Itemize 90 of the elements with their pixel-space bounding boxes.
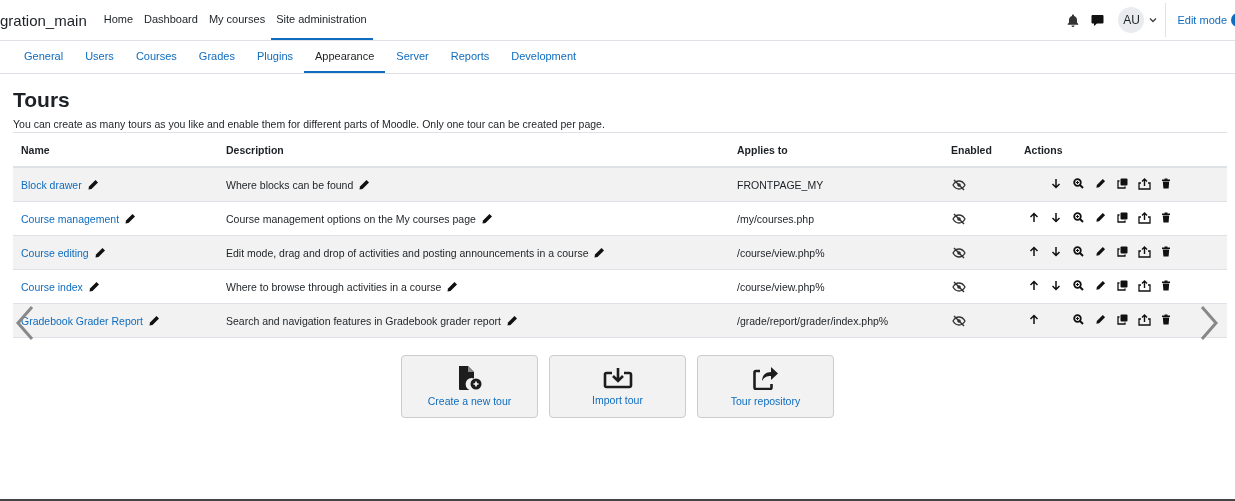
pencil-icon[interactable] — [148, 314, 160, 327]
pencil-icon[interactable] — [1094, 280, 1106, 291]
pencil-icon[interactable] — [480, 212, 493, 225]
pencil-icon[interactable] — [87, 280, 100, 293]
export-icon[interactable] — [1137, 246, 1151, 258]
caret-icon[interactable] — [1149, 17, 1158, 23]
copy-icon[interactable] — [1116, 280, 1128, 291]
trash-icon[interactable] — [1161, 212, 1171, 223]
table-cell: /grade/report/grader/index.php% — [737, 314, 889, 327]
chevron-right-icon[interactable] — [1199, 305, 1219, 341]
pencil-icon[interactable] — [93, 246, 106, 259]
action-button[interactable]: Tour repository — [697, 355, 834, 418]
nav-link[interactable]: My courses — [203, 0, 272, 40]
new-file-icon — [456, 366, 483, 390]
pencil-icon[interactable] — [1094, 246, 1106, 257]
tour-name-link[interactable]: Course management — [21, 212, 120, 225]
action-button[interactable]: Import tour — [549, 355, 686, 418]
export-icon[interactable] — [1137, 280, 1151, 292]
tour-name-link[interactable]: Course editing — [21, 246, 89, 259]
eye-slash-icon[interactable] — [952, 178, 966, 191]
pencil-icon[interactable] — [1094, 314, 1106, 325]
table-cell: Where to browse through activities in a course — [226, 280, 442, 293]
edit-mode-label[interactable]: Edit mode — [1177, 14, 1227, 26]
arrow-down-icon[interactable] — [1051, 177, 1061, 189]
nav-link[interactable]: Site administration — [271, 0, 373, 40]
arrow-down-icon[interactable] — [1051, 280, 1061, 291]
tour-name-link[interactable]: Course index — [21, 280, 83, 293]
intro-text: You can create as many tours as you like and enable them for different parts of Moodle. Only one tour can be created per page. — [13, 118, 606, 130]
search-icon[interactable] — [1072, 314, 1084, 325]
site-name[interactable]: gration_main — [0, 11, 87, 29]
nav-link[interactable]: Dashboard — [139, 0, 204, 40]
search-icon[interactable] — [1072, 280, 1084, 291]
tab[interactable]: Appearance — [304, 41, 386, 73]
pencil-icon[interactable] — [1094, 212, 1106, 223]
trash-icon[interactable] — [1161, 246, 1171, 257]
eye-slash-icon[interactable] — [952, 314, 966, 327]
copy-icon[interactable] — [1116, 246, 1128, 257]
pencil-icon[interactable] — [86, 178, 99, 191]
tab[interactable]: Grades — [187, 41, 246, 73]
pencil-icon[interactable] — [1094, 177, 1106, 189]
pencil-icon[interactable] — [505, 314, 518, 327]
tab[interactable]: Plugins — [245, 41, 304, 73]
share-icon — [751, 366, 780, 390]
copy-icon[interactable] — [1116, 212, 1128, 223]
export-icon[interactable] — [1137, 314, 1151, 326]
search-icon[interactable] — [1072, 177, 1084, 189]
pencil-icon[interactable] — [446, 280, 459, 293]
action-button[interactable]: Create a new tour — [401, 355, 538, 418]
pencil-icon[interactable] — [358, 178, 371, 191]
chat-icon[interactable] — [1091, 13, 1105, 27]
trash-icon[interactable] — [1161, 177, 1171, 189]
table-cell: FRONTPAGE_MY — [737, 178, 824, 191]
table-cell: /my/courses.php — [737, 212, 815, 225]
table-cell: Search and navigation features in Gradebook grader report — [226, 314, 501, 327]
table-cell: /course/view.php% — [737, 246, 825, 259]
arrow-up-icon[interactable] — [1029, 212, 1039, 223]
user-avatar[interactable]: AU — [1118, 7, 1145, 33]
arrow-up-icon[interactable] — [1029, 314, 1039, 325]
tab[interactable]: Reports — [439, 41, 501, 73]
export-icon[interactable] — [1137, 177, 1151, 190]
export-icon[interactable] — [1137, 212, 1151, 224]
eye-slash-icon[interactable] — [952, 280, 966, 293]
table-cell: /course/view.php% — [737, 280, 825, 293]
tab[interactable]: Users — [74, 41, 125, 73]
trash-icon[interactable] — [1161, 314, 1171, 325]
page-title: Tours — [13, 88, 71, 112]
copy-icon[interactable] — [1116, 177, 1128, 189]
trash-icon[interactable] — [1161, 280, 1171, 291]
arrow-down-icon[interactable] — [1051, 212, 1061, 223]
copy-icon[interactable] — [1116, 314, 1128, 325]
tab[interactable]: Courses — [124, 41, 188, 73]
table-cell: Course management options on the My courses page — [226, 212, 476, 225]
search-icon[interactable] — [1072, 246, 1084, 257]
tab[interactable]: Server — [385, 41, 440, 73]
search-icon[interactable] — [1072, 212, 1084, 223]
bell-icon[interactable] — [1067, 13, 1080, 27]
nav-link[interactable]: Home — [98, 0, 140, 40]
eye-slash-icon[interactable] — [952, 246, 966, 259]
pencil-icon[interactable] — [593, 246, 606, 259]
tab[interactable]: General — [13, 41, 75, 73]
table-cell: Edit mode, drag and drop of activities and posting announcements in a course — [226, 246, 589, 259]
import-icon — [602, 367, 633, 389]
tour-name-link[interactable]: Block drawer — [21, 178, 82, 191]
pencil-icon[interactable] — [124, 212, 137, 225]
arrow-up-icon[interactable] — [1029, 246, 1039, 257]
eye-slash-icon[interactable] — [952, 212, 966, 225]
arrow-down-icon[interactable] — [1051, 246, 1061, 257]
table-cell: Where blocks can be found — [226, 178, 354, 191]
tab[interactable]: Development — [500, 41, 588, 73]
arrow-up-icon[interactable] — [1029, 280, 1039, 291]
